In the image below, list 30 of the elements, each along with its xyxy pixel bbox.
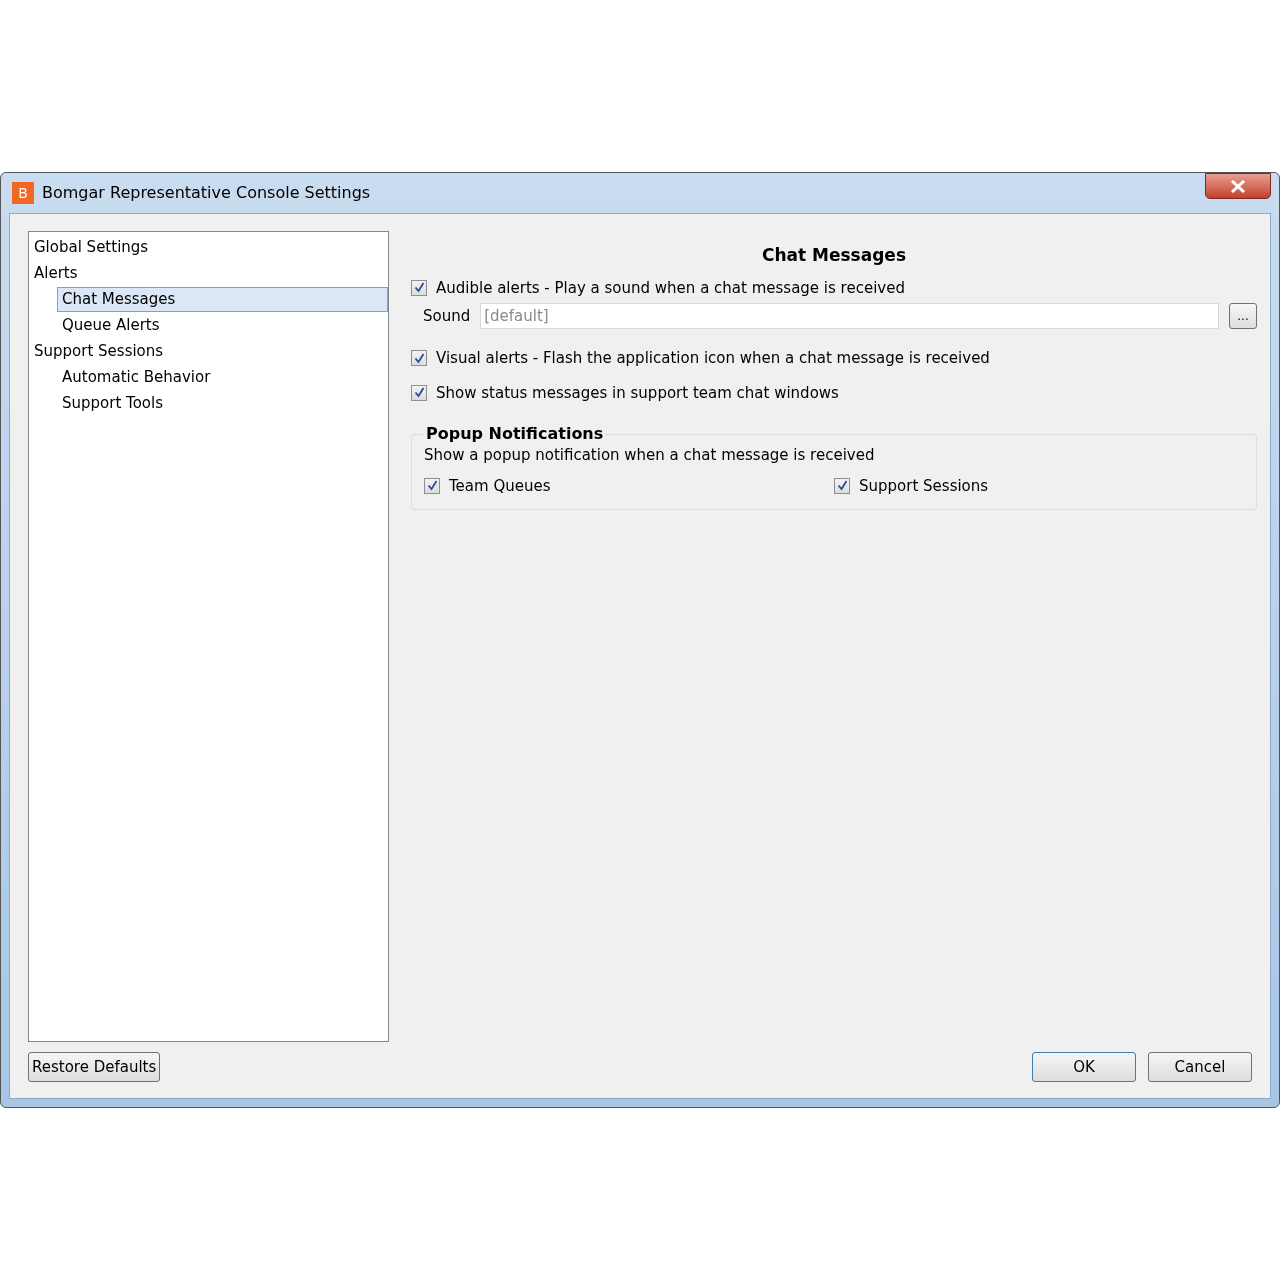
tree-item[interactable]: Alerts xyxy=(29,261,83,286)
group-title: Popup Notifications xyxy=(424,424,606,444)
ok-button[interactable]: OK xyxy=(1032,1052,1136,1082)
tree-item[interactable]: Support Sessions xyxy=(29,339,169,364)
checkbox[interactable] xyxy=(411,279,427,296)
tree-item[interactable]: Automatic Behavior xyxy=(57,365,216,390)
checkbox-label: Visual alerts - Flash the application icon when a chat message is received xyxy=(436,348,990,369)
tree-item[interactable]: Chat Messages xyxy=(57,287,388,312)
close-icon xyxy=(1230,179,1246,193)
close-button[interactable] xyxy=(1205,173,1271,199)
cancel-button[interactable]: Cancel xyxy=(1148,1052,1252,1082)
checkbox-label: Support Sessions xyxy=(859,475,989,497)
restore-defaults-button[interactable]: Restore Defaults xyxy=(28,1052,161,1082)
checkbox-label: Audible alerts - Play a sound when a chat message is received xyxy=(436,277,905,299)
checkbox[interactable] xyxy=(411,350,427,367)
checkbox[interactable] xyxy=(411,384,427,401)
checkbox-label: Team Queues xyxy=(449,475,551,497)
group-description: Show a popup notification when a chat message is received xyxy=(424,445,875,466)
tree-item[interactable]: Global Settings xyxy=(29,235,154,260)
app-logo: B xyxy=(12,182,34,204)
sound-field[interactable]: [default] xyxy=(480,303,1219,329)
browse-button[interactable]: ... xyxy=(1229,303,1257,329)
tree-item[interactable]: Support Tools xyxy=(57,391,168,416)
field-label: Sound xyxy=(423,305,471,327)
checkbox[interactable] xyxy=(834,477,850,494)
checkbox-label: Show status messages in support team chat windows xyxy=(436,382,839,404)
tree-item[interactable]: Queue Alerts xyxy=(57,313,165,338)
panel-title: Chat Messages xyxy=(760,244,908,267)
checkbox[interactable] xyxy=(424,477,440,494)
window-title: Bomgar Representative Console Settings xyxy=(42,182,371,204)
